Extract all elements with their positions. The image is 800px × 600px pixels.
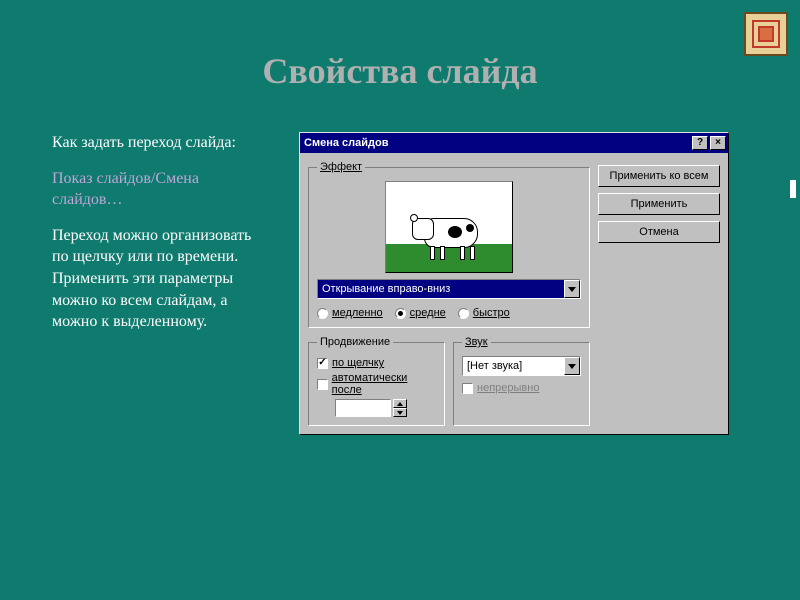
menu-path-text: Показ слайдов/Смена слайдов… <box>52 168 267 211</box>
effect-combo-value: Открывание вправо-вниз <box>318 280 564 298</box>
powerpoint-corner-icon <box>744 12 788 56</box>
speed-medium-label: средне <box>410 307 446 319</box>
slide-transition-dialog: Смена слайдов ? × Эффект <box>299 132 729 435</box>
radio-icon <box>458 308 469 319</box>
cancel-button[interactable]: Отмена <box>598 221 720 243</box>
effect-preview[interactable] <box>385 181 513 273</box>
radio-icon <box>395 308 406 319</box>
speed-fast-option[interactable]: быстро <box>458 307 510 319</box>
loop-label: непрерывно <box>477 382 539 394</box>
advance-group: Продвижение по щелчку автоматически посл… <box>308 336 445 426</box>
close-button[interactable]: × <box>710 136 726 150</box>
on-click-checkbox[interactable]: по щелчку <box>317 357 436 369</box>
effect-combo[interactable]: Открывание вправо-вниз <box>317 279 581 299</box>
help-button[interactable]: ? <box>692 136 708 150</box>
chevron-down-icon[interactable] <box>564 280 580 298</box>
effect-group-label: Эффект <box>320 161 362 173</box>
checkbox-icon <box>462 383 473 394</box>
radio-icon <box>317 308 328 319</box>
apply-to-all-button[interactable]: Применить ко всем <box>598 165 720 187</box>
loop-checkbox: непрерывно <box>462 382 581 394</box>
checkbox-icon <box>317 358 328 369</box>
intro-text: Как задать переход слайда: <box>52 132 267 154</box>
sound-combo[interactable]: [Нет звука] <box>462 356 581 376</box>
spin-down-button[interactable] <box>393 408 407 417</box>
slide-title: Свойства слайда <box>0 0 800 92</box>
auto-after-label: автоматически после <box>332 372 408 396</box>
advance-group-label: Продвижение <box>317 336 393 348</box>
sound-combo-value: [Нет звука] <box>463 357 564 375</box>
on-click-label: по щелчку <box>332 357 384 369</box>
auto-after-checkbox[interactable]: автоматически после <box>317 372 436 396</box>
description-text: Переход можно организовать по щелчку или… <box>52 225 267 333</box>
speed-medium-option[interactable]: средне <box>395 307 446 319</box>
speed-fast-label: быстро <box>473 307 510 319</box>
sound-group: Звук [Нет звука] непрерывно <box>453 336 590 426</box>
effect-group: Эффект Открывание вправо- <box>308 161 590 328</box>
checkbox-icon <box>317 379 328 390</box>
spin-up-button[interactable] <box>393 399 407 408</box>
speed-slow-label: медленно <box>332 307 383 319</box>
sound-group-label: Звук <box>465 336 488 348</box>
dialog-title: Смена слайдов <box>304 137 388 149</box>
apply-button[interactable]: Применить <box>598 193 720 215</box>
watermark-bar <box>790 180 796 198</box>
chevron-down-icon[interactable] <box>564 357 580 375</box>
dialog-titlebar[interactable]: Смена слайдов ? × <box>300 133 728 153</box>
slide-body-text: Как задать переход слайда: Показ слайдов… <box>52 132 267 435</box>
speed-slow-option[interactable]: медленно <box>317 307 383 319</box>
time-input[interactable] <box>335 399 391 417</box>
